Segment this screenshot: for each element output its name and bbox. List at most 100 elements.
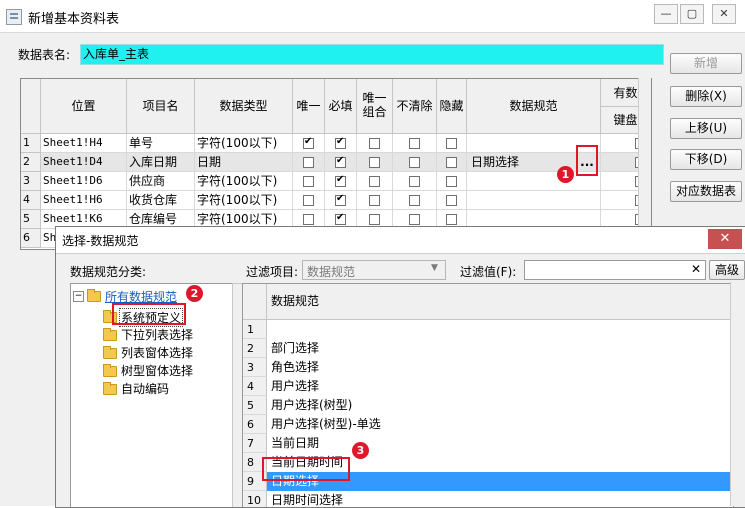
col-header-unique[interactable]: 唯一	[293, 79, 325, 134]
cell-type[interactable]: 字符(100以下)	[195, 172, 293, 191]
close-button[interactable]: ✕	[712, 4, 736, 24]
map-table-button[interactable]: 对应数据表	[670, 181, 742, 202]
no-clear-checkbox[interactable]	[409, 195, 420, 206]
chevron-down-icon: ▼	[431, 263, 438, 273]
move-up-button[interactable]: 上移(U)	[670, 118, 742, 139]
grid-scrollbar[interactable]	[638, 78, 651, 248]
unique-checkbox[interactable]	[303, 214, 314, 225]
filter-value-input[interactable]: ✕	[524, 260, 706, 280]
unique-combo-checkbox[interactable]	[369, 138, 380, 149]
checkbox-cell	[293, 134, 325, 153]
restore-button[interactable]: ▢	[680, 4, 704, 24]
unique-checkbox[interactable]	[303, 136, 314, 149]
list-scrollbar[interactable]	[730, 282, 745, 506]
list-header[interactable]: 数据规范	[267, 284, 733, 320]
list-item[interactable]: 10 日期时间选择	[243, 491, 733, 507]
col-header-position[interactable]: 位置	[41, 79, 127, 134]
col-header-required[interactable]: 必填	[325, 79, 357, 134]
list-row-number: 6	[243, 415, 267, 434]
cell-type[interactable]: 字符(100以下)	[195, 134, 293, 153]
col-header-name[interactable]: 项目名	[127, 79, 195, 134]
spec-cell[interactable]	[467, 191, 601, 210]
add-button[interactable]: 新增	[670, 53, 742, 74]
list-item-label: 当前日期	[271, 436, 320, 450]
list-item[interactable]: 7 当前日期	[243, 434, 733, 453]
clear-icon[interactable]: ✕	[691, 262, 701, 276]
list-item[interactable]: 2 部门选择	[243, 339, 733, 358]
table-row[interactable]: 4 Sheet1!H6 收货仓库 字符(100以下)	[21, 191, 651, 210]
advanced-button[interactable]: 高级	[709, 260, 745, 280]
move-down-button[interactable]: 下移(D)	[670, 149, 742, 170]
required-checkbox[interactable]	[335, 155, 346, 168]
col-header-unique-combo[interactable]: 唯一 组合	[357, 79, 393, 134]
hidden-checkbox[interactable]	[446, 176, 457, 187]
minimize-button[interactable]: —	[654, 4, 678, 24]
no-clear-checkbox[interactable]	[409, 138, 420, 149]
spec-value: 日期选择	[471, 155, 520, 169]
checkbox-cell	[357, 172, 393, 191]
unique-checkbox[interactable]	[303, 157, 314, 168]
unique-checkbox[interactable]	[303, 195, 314, 206]
window-title: 新增基本资料表	[28, 12, 120, 27]
cell-name[interactable]: 入库日期	[127, 153, 195, 172]
filter-item-select[interactable]: 数据规范 ▼	[302, 260, 446, 280]
table-row[interactable]: 2Sheet1!D4入库日期日期日期选择...	[21, 153, 651, 172]
no-clear-checkbox[interactable]	[409, 157, 420, 168]
unique-combo-checkbox[interactable]	[369, 214, 380, 225]
field-grid: 位置 项目名 数据类型 唯一 必填 唯一 组合 不清除 隐藏 数据规范 有数 键…	[20, 78, 652, 250]
tree-item-tree-form[interactable]: 树型窗体选择	[121, 362, 193, 379]
hidden-checkbox[interactable]	[446, 157, 457, 168]
list-item[interactable]: 5 用户选择(树型)	[243, 396, 733, 415]
dialog-titlebar: 选择-数据规范 ✕	[56, 227, 745, 254]
cell-name[interactable]: 收货仓库	[127, 191, 195, 210]
hidden-checkbox[interactable]	[446, 195, 457, 206]
required-checkbox[interactable]	[335, 212, 346, 225]
unique-combo-checkbox[interactable]	[369, 176, 380, 187]
delete-button[interactable]: 删除(X)	[670, 86, 742, 107]
col-header-hidden[interactable]: 隐藏	[437, 79, 467, 134]
highlight-box-date-select	[262, 457, 350, 481]
cell-position[interactable]: Sheet1!D6	[41, 172, 127, 191]
table-name-input[interactable]: 入库单_主表	[80, 44, 664, 65]
unique-combo-checkbox[interactable]	[369, 195, 380, 206]
dialog-title: 选择-数据规范	[62, 234, 139, 248]
cell-position[interactable]: Sheet1!H6	[41, 191, 127, 210]
highlight-box-system-predefined	[112, 303, 186, 325]
row-number: 4	[21, 191, 41, 210]
tree-item-auto-code[interactable]: 自动编码	[121, 380, 169, 397]
no-clear-checkbox[interactable]	[409, 214, 420, 225]
table-row[interactable]: 1 Sheet1!H4 单号 字符(100以下)	[21, 134, 651, 153]
list-item[interactable]: 3 角色选择	[243, 358, 733, 377]
list-item[interactable]: 4 用户选择	[243, 377, 733, 396]
cell-type[interactable]: 日期	[195, 153, 293, 172]
cell-position[interactable]: Sheet1!H4	[41, 134, 127, 153]
col-header-type[interactable]: 数据类型	[195, 79, 293, 134]
required-checkbox[interactable]	[335, 193, 346, 206]
select-spec-dialog: 选择-数据规范 ✕ 数据规范分类: 过滤项目: 数据规范 ▼ 过滤值(F): ✕…	[55, 226, 745, 508]
col-header-no-clear[interactable]: 不清除	[393, 79, 437, 134]
list-item[interactable]: 6 用户选择(树型)-单选	[243, 415, 733, 434]
tree-item-list-form[interactable]: 列表窗体选择	[121, 344, 193, 361]
unique-combo-checkbox[interactable]	[369, 157, 380, 168]
required-checkbox[interactable]	[335, 174, 346, 187]
tree-collapse-toggle[interactable]: −	[73, 291, 84, 302]
row-number: 6	[21, 229, 41, 248]
checkbox-cell	[325, 172, 357, 191]
cell-name[interactable]: 供应商	[127, 172, 195, 191]
cell-type[interactable]: 字符(100以下)	[195, 191, 293, 210]
list-item[interactable]: 1	[243, 320, 733, 339]
hidden-checkbox[interactable]	[446, 214, 457, 225]
dialog-close-button[interactable]: ✕	[708, 229, 742, 249]
checkbox-cell	[293, 153, 325, 172]
unique-checkbox[interactable]	[303, 176, 314, 187]
no-clear-checkbox[interactable]	[409, 176, 420, 187]
hidden-checkbox[interactable]	[446, 138, 457, 149]
cell-name[interactable]: 单号	[127, 134, 195, 153]
required-checkbox[interactable]	[335, 136, 346, 149]
filter-item-label: 过滤项目:	[246, 265, 299, 279]
cell-position[interactable]: Sheet1!D4	[41, 153, 127, 172]
col-header-spec[interactable]: 数据规范	[467, 79, 601, 134]
list-row-number: 3	[243, 358, 267, 377]
folder-icon	[103, 346, 117, 359]
tree-item-dropdown[interactable]: 下拉列表选择	[121, 326, 193, 343]
